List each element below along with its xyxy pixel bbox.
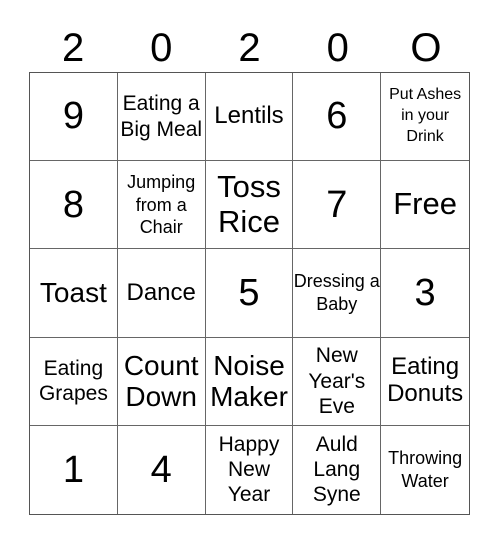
bingo-cell[interactable]: Jumping from a Chair [117, 161, 206, 250]
header-letter: 0 [326, 26, 349, 70]
header-letter: 2 [238, 26, 261, 70]
bingo-cell[interactable]: Eating a Big Meal [117, 73, 206, 162]
bingo-cell[interactable]: 7 [293, 161, 382, 250]
bingo-cell[interactable]: Auld Lang Syne [293, 425, 382, 514]
bingo-cell[interactable]: Happy New Year [206, 425, 294, 514]
bingo-cell[interactable]: Throwing Water [381, 426, 469, 514]
bingo-cell[interactable]: New Year's Eve [293, 337, 382, 426]
bingo-cell[interactable]: Eating Grapes [30, 337, 118, 426]
bingo-header: 2 0 2 0 O [29, 24, 470, 72]
bingo-cell[interactable]: 5 [205, 249, 294, 338]
bingo-cell[interactable]: Count Down [117, 337, 206, 426]
header-letter: 2 [61, 26, 85, 70]
header-letter: 0 [150, 26, 173, 70]
bingo-cell[interactable]: Dressing a Baby [293, 249, 382, 338]
bingo-cell[interactable]: Put Ashes in your Drink [381, 73, 469, 162]
bingo-cell[interactable]: Eating Donuts [381, 338, 469, 426]
bingo-cell[interactable]: Lentils [205, 73, 294, 162]
bingo-card-grid: 9 Eating a Big Meal Lentils 6 Put Ashes in y… [29, 72, 470, 515]
bingo-cell[interactable]: 3 [381, 249, 469, 338]
bingo-cell[interactable]: Noise Maker [205, 337, 294, 426]
bingo-cell[interactable]: 8 [30, 161, 118, 250]
bingo-cell[interactable]: 4 [118, 425, 206, 514]
bingo-cell[interactable]: Toss Rice [205, 161, 294, 250]
bingo-cell[interactable]: Toast [30, 249, 118, 338]
bingo-cell[interactable]: 9 [30, 73, 118, 162]
header-letter: O [410, 26, 442, 70]
bingo-cell[interactable]: 1 [30, 425, 118, 514]
bingo-cell[interactable]: Free [381, 161, 469, 250]
bingo-cell[interactable]: Dance [117, 249, 206, 338]
bingo-cell[interactable]: 6 [293, 73, 382, 162]
